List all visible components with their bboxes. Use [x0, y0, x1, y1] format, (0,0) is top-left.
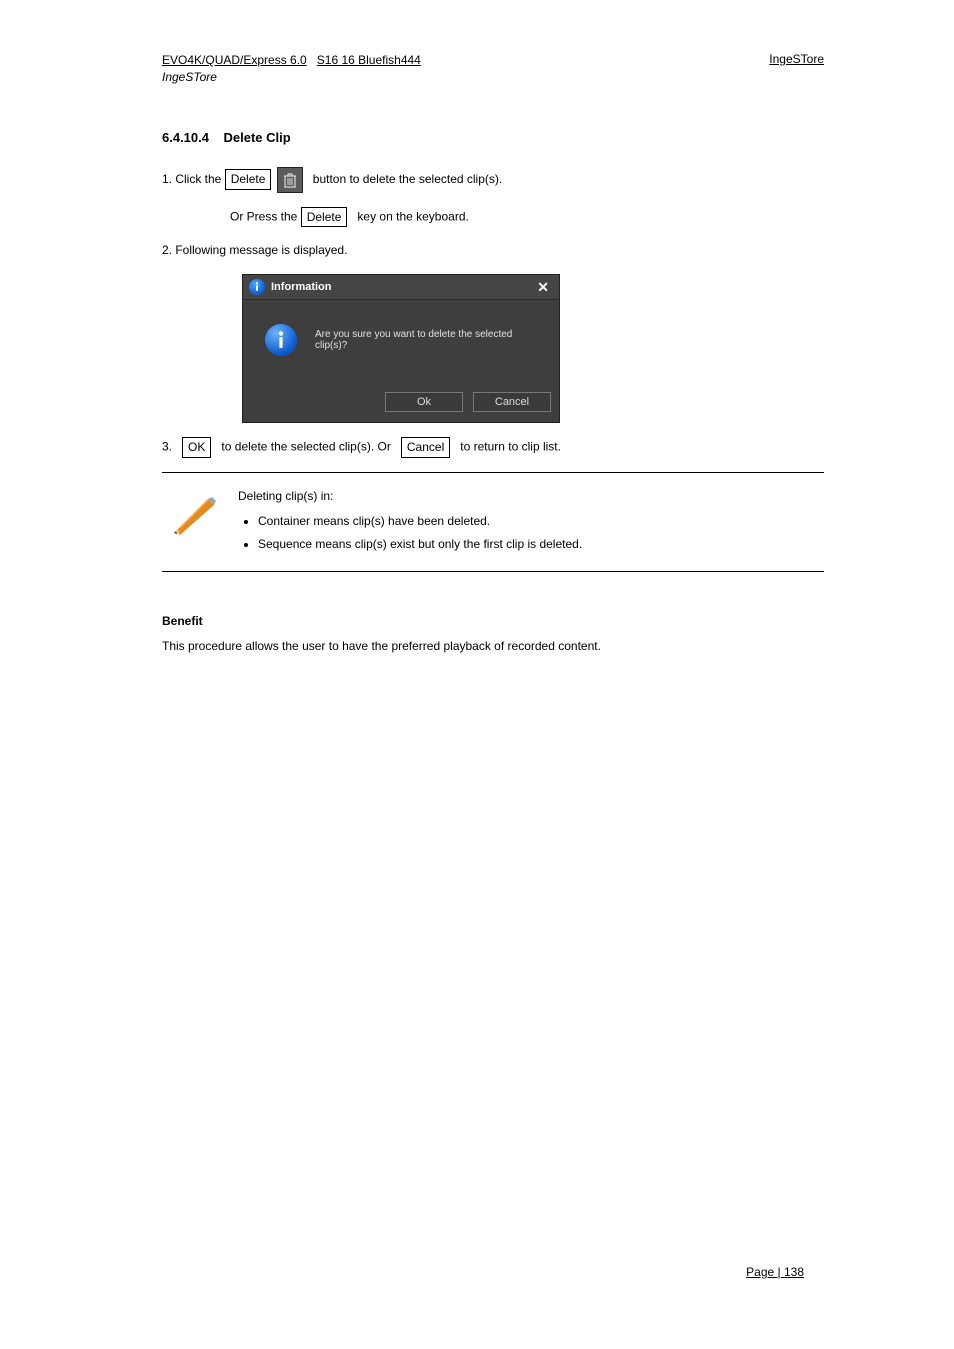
- cancel-label: Cancel: [401, 437, 450, 458]
- step-3-num: 3.: [162, 440, 172, 454]
- note-row: Deleting clip(s) in: Container means cli…: [162, 487, 824, 557]
- benefit-block: Benefit This procedure allows the user t…: [162, 612, 824, 656]
- trash-icon: [277, 167, 303, 193]
- page-number: Page | 138: [746, 1265, 804, 1279]
- header-page-name: IngeSTore: [769, 52, 824, 66]
- benefit-text: This procedure allows the user to have t…: [162, 637, 824, 656]
- delete-key-label: Delete: [301, 207, 348, 228]
- dialog-wrap: Information ✕ Are you sure you want to d…: [242, 274, 824, 423]
- dialog-body: Are you sure you want to delete the sele…: [243, 300, 559, 386]
- header-company: S16 16 Bluefish444: [317, 53, 421, 67]
- step-1b: Or Press the Delete key on the keyboard.: [230, 207, 824, 228]
- ok-label: OK: [182, 437, 211, 458]
- note-list: Container means clip(s) have been delete…: [258, 512, 582, 553]
- step-1-suffix: button to delete the selected clip(s).: [313, 172, 502, 186]
- header-left: EVO4K/QUAD/Express 6.0 S16 16 Bluefish44…: [162, 52, 421, 86]
- benefit-title: Benefit: [162, 612, 824, 631]
- step-1b-pre: Or Press the: [230, 209, 297, 223]
- page-header: EVO4K/QUAD/Express 6.0 S16 16 Bluefish44…: [162, 52, 824, 86]
- header-model: EVO4K/QUAD/Express 6.0: [162, 53, 307, 67]
- dialog-message: Are you sure you want to delete the sele…: [315, 329, 545, 351]
- header-section: IngeSTore: [162, 69, 421, 86]
- heading-number: 6.4.10.4: [162, 130, 209, 145]
- note-item-sequence: Sequence means clip(s) exist but only th…: [258, 535, 582, 554]
- step-3-suffix: to return to clip list.: [460, 440, 561, 454]
- dialog-footer: Ok Cancel: [243, 386, 559, 422]
- page: EVO4K/QUAD/Express 6.0 S16 16 Bluefish44…: [0, 0, 954, 1349]
- step-1: 1. Click the Delete button to delete the…: [162, 167, 824, 193]
- info-icon-large: [265, 324, 297, 356]
- note-item-container: Container means clip(s) have been delete…: [258, 512, 582, 531]
- info-icon: [249, 279, 265, 295]
- dialog-titlebar: Information ✕: [243, 275, 559, 300]
- pencil-icon: [168, 489, 218, 544]
- divider-top: [162, 472, 824, 473]
- note-body: Deleting clip(s) in: Container means cli…: [238, 487, 582, 557]
- dialog-title: Information: [271, 281, 533, 293]
- step-2: 2. Following message is displayed.: [162, 241, 824, 260]
- step-1-prefix: 1. Click the: [162, 172, 221, 186]
- divider-bottom: [162, 571, 824, 572]
- delete-button-label: Delete: [225, 169, 272, 190]
- step-1b-post: key on the keyboard.: [357, 209, 468, 223]
- close-icon[interactable]: ✕: [533, 280, 553, 294]
- section-heading: 6.4.10.4 Delete Clip: [162, 130, 824, 145]
- step-3-mid: to delete the selected clip(s). Or: [221, 440, 390, 454]
- heading-text: Delete Clip: [223, 130, 290, 145]
- step-3: 3. OK to delete the selected clip(s). Or…: [162, 437, 824, 458]
- note-intro: Deleting clip(s) in:: [238, 487, 582, 506]
- cancel-button[interactable]: Cancel: [473, 392, 551, 412]
- ok-button[interactable]: Ok: [385, 392, 463, 412]
- information-dialog: Information ✕ Are you sure you want to d…: [242, 274, 560, 423]
